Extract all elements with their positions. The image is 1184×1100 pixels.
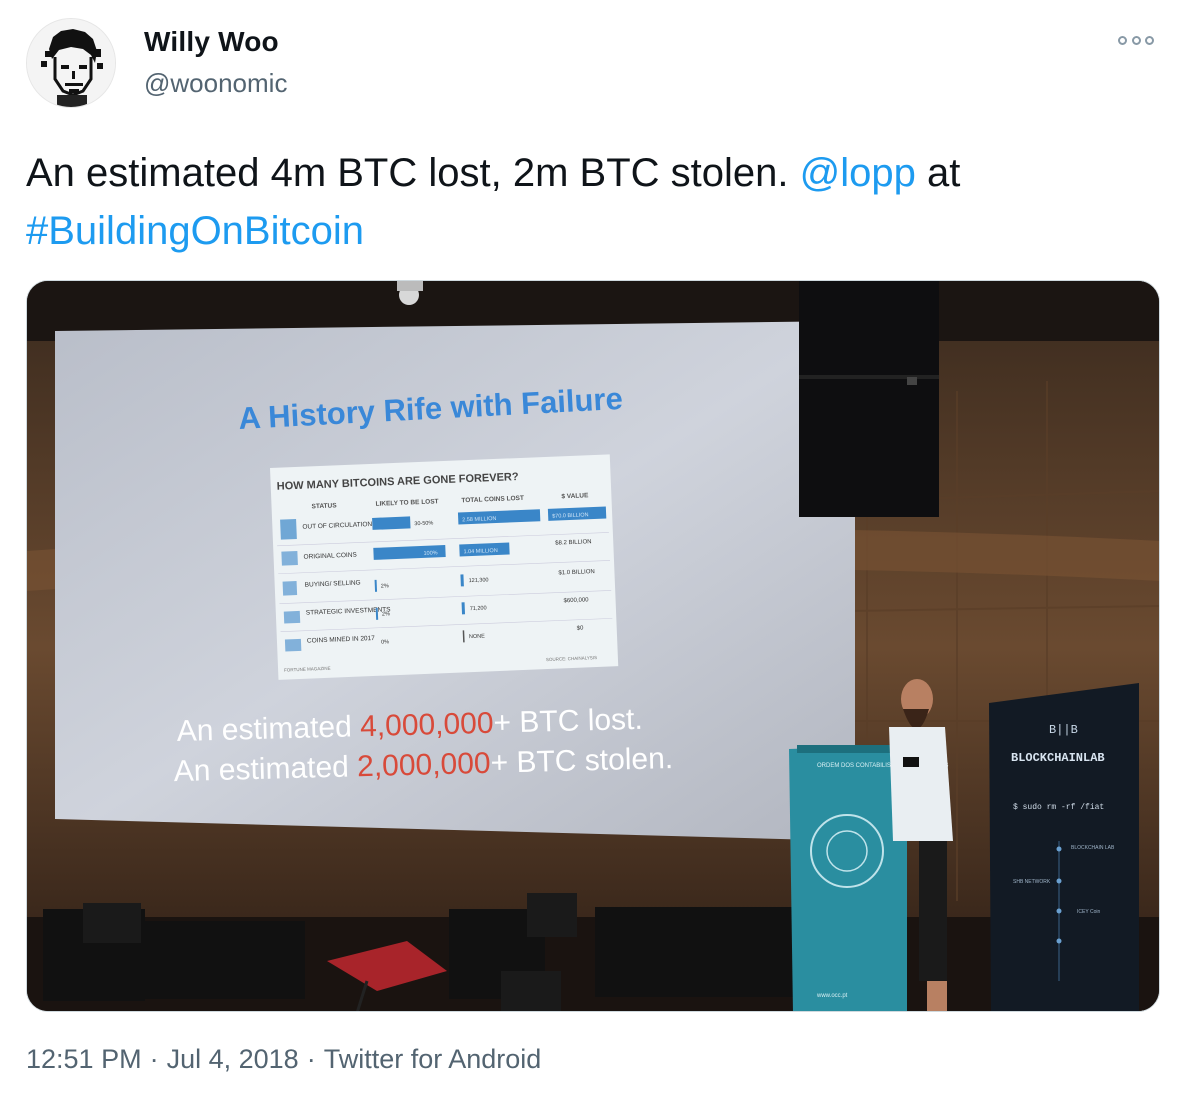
mention-link[interactable]: @lopp — [800, 151, 916, 195]
svg-text:ICEY Coin: ICEY Coin — [1077, 909, 1100, 915]
display-name[interactable]: Willy Woo — [144, 26, 279, 58]
tweet-date[interactable]: Jul 4, 2018 — [167, 1044, 299, 1074]
tweet-meta: 12:51 PM · Jul 4, 2018 · Twitter for Android — [26, 1044, 541, 1075]
svg-text:$ sudo rm -rf /fiat: $ sudo rm -rf /fiat — [1013, 803, 1104, 812]
dot — [1118, 35, 1127, 45]
pixel-face-avatar — [27, 19, 115, 107]
tweet-time[interactable]: 12:51 PM — [26, 1044, 142, 1074]
svg-text:71,200: 71,200 — [470, 605, 487, 612]
separator: · — [149, 1044, 159, 1074]
svg-text:2%: 2% — [381, 583, 389, 589]
photo-scene: A History Rife with Failure HOW MANY BIT… — [27, 281, 1159, 1011]
svg-text:B||B: B||B — [1049, 723, 1078, 737]
user-handle[interactable]: @woonomic — [144, 68, 287, 99]
svg-text:BLOCKCHAIN LAB: BLOCKCHAIN LAB — [1071, 845, 1115, 851]
tweet-source[interactable]: Twitter for Android — [324, 1044, 542, 1074]
dot — [1145, 35, 1154, 45]
svg-text:2%: 2% — [382, 611, 390, 617]
svg-text:121,300: 121,300 — [469, 577, 489, 584]
hashtag-link[interactable]: #BuildingOnBitcoin — [26, 209, 364, 253]
svg-text:$600,000: $600,000 — [563, 597, 589, 604]
svg-text:100%: 100% — [423, 550, 437, 557]
column-header: $ VALUE — [561, 492, 589, 500]
tweet-header: Willy Woo @woonomic — [26, 18, 1158, 114]
svg-text:0%: 0% — [381, 639, 389, 645]
blockchainlab-banner: B||B BLOCKCHAINLAB $ sudo rm -rf /fiat B… — [989, 683, 1139, 1011]
svg-text:SHB NETWORK: SHB NETWORK — [1013, 879, 1051, 885]
svg-text:www.occ.pt: www.occ.pt — [816, 993, 848, 999]
avatar[interactable] — [26, 18, 116, 108]
loudspeaker-icon — [799, 281, 939, 517]
svg-text:30-50%: 30-50% — [414, 520, 433, 527]
tweet-text-part: An estimated 4m BTC lost, 2m BTC stolen. — [26, 151, 800, 195]
tweet-photo[interactable]: A History Rife with Failure HOW MANY BIT… — [26, 280, 1160, 1012]
more-options-icon[interactable] — [1118, 32, 1154, 48]
svg-text:NONE: NONE — [469, 634, 485, 641]
tweet-text: An estimated 4m BTC lost, 2m BTC stolen.… — [26, 144, 1156, 260]
tweet-text-part: at — [915, 151, 961, 195]
column-header: STATUS — [311, 502, 337, 510]
dot — [1131, 35, 1141, 45]
svg-text:BLOCKCHAINLAB: BLOCKCHAINLAB — [1011, 751, 1105, 765]
svg-text:$0: $0 — [577, 626, 585, 632]
separator: · — [306, 1044, 316, 1074]
